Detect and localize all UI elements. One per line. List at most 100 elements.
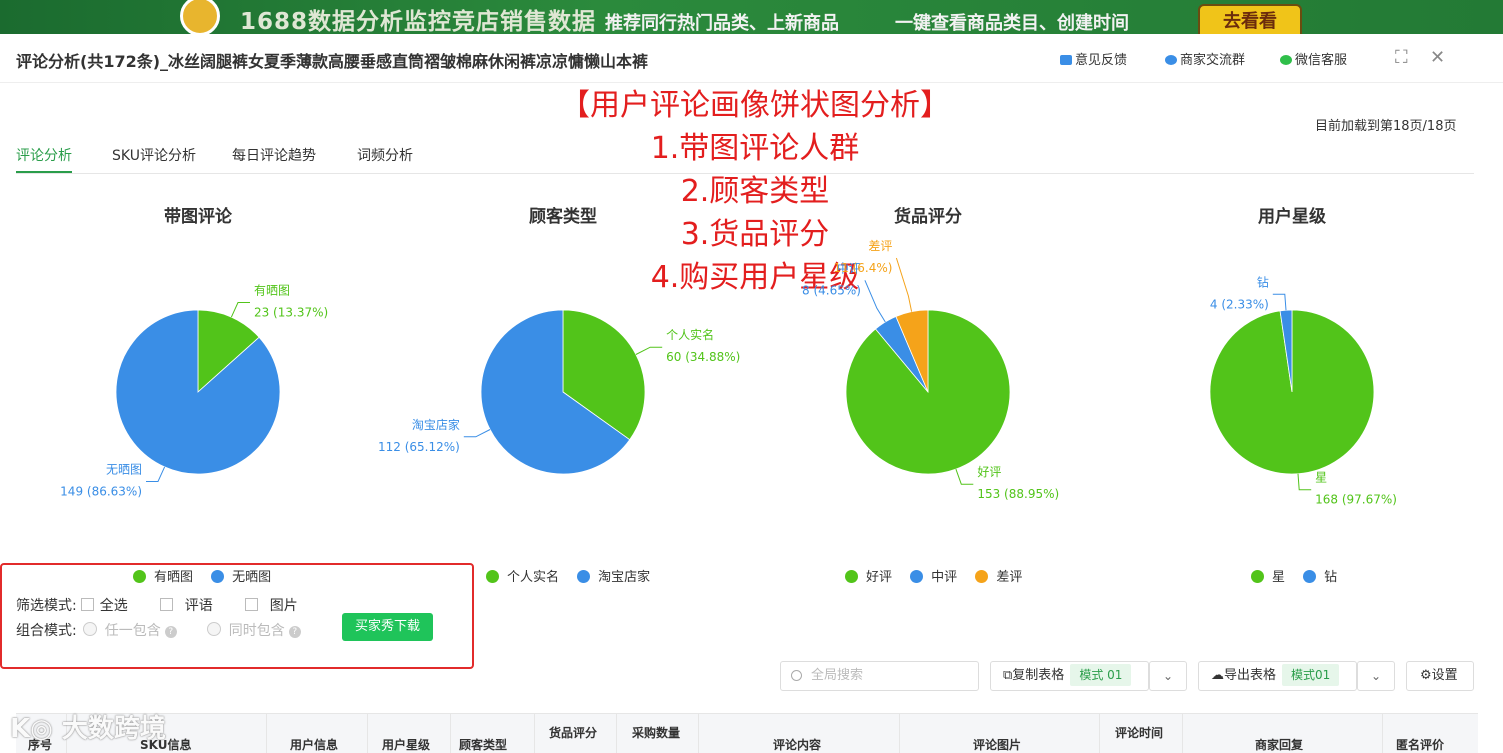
chevron-down-icon: ⌄ <box>1162 669 1174 683</box>
legend-label: 钻 <box>1324 570 1338 585</box>
legend-item[interactable]: 淘宝店家 <box>577 570 650 585</box>
col-header: 用户星级 <box>382 738 431 752</box>
select-all-label: 全选 <box>99 598 128 614</box>
legend-label: 个人实名 <box>507 570 560 585</box>
slice-value-label: 4 (2.33%) <box>1210 297 1269 311</box>
export-mode-dropdown[interactable]: ⌄ <box>1357 661 1395 691</box>
slice-value-label: 60 (34.88%) <box>666 350 740 364</box>
legend-item[interactable]: 中评 <box>910 570 957 585</box>
slice-value-label: 8 (4.65%) <box>802 283 861 297</box>
legend-label: 差评 <box>996 570 1023 585</box>
legend-item[interactable]: 个人实名 <box>486 570 559 585</box>
gear-icon: ⚙ <box>1420 668 1432 683</box>
label-leader-line <box>146 466 166 482</box>
col-header: 顾客类型 <box>459 738 508 752</box>
copy-mode-badge: 模式 01 <box>1070 664 1132 686</box>
help-icon[interactable]: ? <box>164 626 177 638</box>
legend-label: 淘宝店家 <box>598 570 651 585</box>
label-leader-line <box>1272 293 1287 311</box>
slice-name-label: 个人实名 <box>666 327 714 342</box>
legend-rating: 好评 中评 差评 <box>845 566 1036 585</box>
select-all-checkbox[interactable] <box>80 598 94 611</box>
col-header: 评论图片 <box>973 738 1022 752</box>
legend-dot <box>845 570 858 583</box>
slice-name-label: 星 <box>1315 471 1327 485</box>
watermark-text: 大数跨境 <box>61 714 166 744</box>
legend-user-level: 星 钻 <box>1251 566 1351 585</box>
slice-name-label: 无晒图 <box>106 462 142 476</box>
all-include-label: 同时包含 <box>228 623 285 639</box>
label-leader-line <box>864 280 886 323</box>
slice-value-label: 149 (86.63%) <box>60 484 142 498</box>
legend-dot <box>975 570 989 583</box>
label-leader-line <box>895 257 913 312</box>
legend-item[interactable]: 钻 <box>1303 570 1337 585</box>
help-icon[interactable]: ? <box>288 626 301 638</box>
image-checkbox[interactable] <box>244 598 258 611</box>
slice-name-label: 有晒图 <box>254 284 290 298</box>
col-header: 货品评分 <box>549 726 598 740</box>
export-table-button[interactable]: ☁导出表格 模式01 <box>1198 661 1357 691</box>
legend-item[interactable]: 星 <box>1251 570 1285 585</box>
combo-mode-label: 组合模式: <box>16 623 77 639</box>
copy-table-button[interactable]: ⧉复制表格 模式 01 <box>990 661 1149 691</box>
table-header: 序号 SKU信息 用户信息 用户星级 顾客类型 货品评分 采购数量 评论内容 评… <box>16 713 1478 753</box>
legend-dot <box>910 570 924 583</box>
legend-dot <box>486 570 499 583</box>
slice-name-label: 好评 <box>977 465 1001 479</box>
search-placeholder: 全局搜索 <box>811 668 864 683</box>
filter-mode-row: 筛选模式: 全选 评语 图片 <box>16 595 298 615</box>
slice-value-label: 168 (97.67%) <box>1315 493 1397 507</box>
legend-item[interactable]: 差评 <box>975 570 1022 585</box>
chevron-down-icon: ⌄ <box>1370 669 1382 683</box>
slice-value-label: 112 (65.12%) <box>378 440 460 454</box>
slice-name-label: 淘宝店家 <box>412 417 460 432</box>
label-leader-line <box>635 346 663 355</box>
legend-label: 好评 <box>866 570 893 585</box>
export-mode-badge: 模式01 <box>1282 664 1340 686</box>
pie-charts: 有晒图 23 (13.37%) 无晒图 149 (86.63%) 个人实名 60 (34.… <box>60 239 1397 507</box>
cloud-download-icon: ☁ <box>1211 668 1224 683</box>
any-include-radio[interactable] <box>82 622 97 636</box>
copy-mode-dropdown[interactable]: ⌄ <box>1149 661 1187 691</box>
comment-label: 评语 <box>184 598 213 614</box>
legend-dot <box>1251 570 1264 583</box>
slice-value-label: 153 (88.95%) <box>977 487 1059 501</box>
filter-mode-label: 筛选模式: <box>16 598 77 614</box>
col-header: 用户信息 <box>290 738 339 752</box>
col-header: 采购数量 <box>632 726 681 740</box>
image-label: 图片 <box>269 598 298 614</box>
settings-button[interactable]: ⚙设置 <box>1406 661 1474 691</box>
col-header: 评论时间 <box>1115 726 1164 740</box>
buyer-show-download-button[interactable]: 买家秀下载 <box>342 613 433 641</box>
all-include-radio[interactable] <box>206 622 221 636</box>
label-leader-line <box>463 429 491 438</box>
global-search-input[interactable]: 全局搜索 <box>780 661 979 691</box>
legend-customer-type: 个人实名 淘宝店家 <box>486 566 664 585</box>
copy-table-label: 复制表格 <box>1012 668 1065 683</box>
col-header: 商家回复 <box>1255 738 1304 752</box>
legend-item[interactable]: 好评 <box>845 570 892 585</box>
label-leader-line <box>230 302 250 318</box>
label-leader-line <box>1297 473 1312 491</box>
slice-name-label: 钻 <box>1257 274 1269 289</box>
slice-value-label: 11 (6.4%) <box>834 261 893 275</box>
watermark: K◎ 大数跨境 <box>10 708 166 745</box>
legend-dot <box>1303 570 1317 583</box>
slice-name-label: 差评 <box>868 239 892 253</box>
copy-icon: ⧉ <box>1003 668 1013 683</box>
slice-value-label: 23 (13.37%) <box>254 306 328 320</box>
settings-label: 设置 <box>1431 668 1458 683</box>
search-icon <box>791 670 802 681</box>
legend-label: 中评 <box>931 570 958 585</box>
any-include-label: 任一包含 <box>104 623 161 639</box>
legend-label: 星 <box>1272 570 1286 585</box>
legend-dot <box>577 570 591 583</box>
col-header: 评论内容 <box>773 738 822 752</box>
col-header: 匿名评价 <box>1396 738 1445 752</box>
label-leader-line <box>955 468 974 485</box>
comment-checkbox[interactable] <box>159 598 173 611</box>
export-table-label: 导出表格 <box>1224 668 1277 683</box>
watermark-logo-icon: K◎ <box>10 714 62 744</box>
combo-mode-row: 组合模式: 任一包含? 同时包含? <box>16 620 301 640</box>
